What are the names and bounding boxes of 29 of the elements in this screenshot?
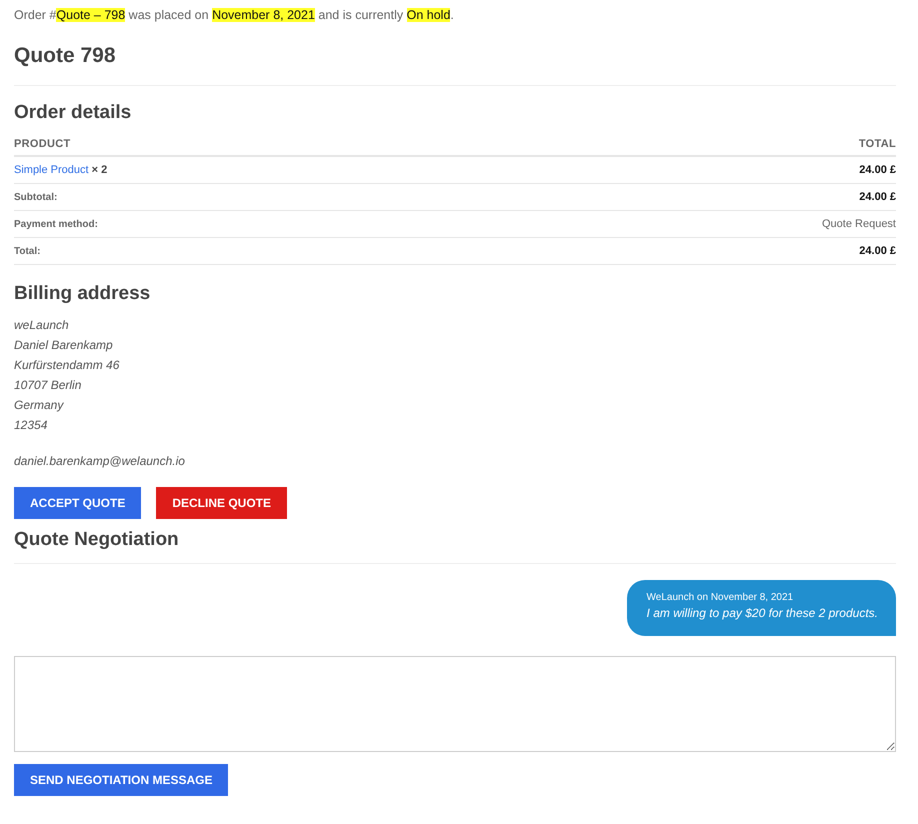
section-heading: Order details [14, 102, 132, 124]
address-line: Daniel Barenkamp [14, 337, 114, 354]
table-cell: 24.00 £ [506, 184, 896, 210]
quantity-text: × 2 [92, 164, 108, 176]
address-line: Germany [14, 397, 65, 414]
message-field[interactable] [14, 656, 896, 752]
table-cell: 24.00 £ [506, 238, 896, 264]
table-cell: Quote Request [506, 210, 896, 238]
column-header: PRODUCT [14, 134, 506, 156]
table-cell: Subtotal: [14, 184, 506, 210]
address-line: 10707 Berlin [14, 377, 82, 394]
message-text: I am willing to pay $20 for these 2 products. [646, 606, 878, 620]
table-cell: Payment method: [14, 210, 506, 238]
decline-button[interactable]: DECLINE QUOTE [156, 487, 288, 519]
address-line: Kurfürstendamm 46 [14, 357, 120, 374]
accept-button[interactable]: ACCEPT QUOTE [14, 487, 142, 519]
send-button[interactable]: SEND NEGOTIATION MESSAGE [14, 764, 228, 796]
page-title: Quote 798 [14, 44, 117, 68]
table-cell: Total: [14, 238, 506, 264]
column-header: TOTAL [506, 134, 896, 156]
order-notice: Order #Quote – 798 was placed on November 8, 2021 and is currently On hold. [14, 8, 455, 22]
section-heading: Billing address [14, 283, 152, 305]
email-text: daniel.barenkamp@welaunch.io [14, 453, 186, 470]
address-line: 12354 [14, 417, 48, 434]
section-heading: Quote Negotiation [14, 529, 180, 551]
table-cell: 24.00 £ [506, 156, 896, 184]
message-meta: WeLaunch on November 8, 2021 [646, 592, 794, 603]
product-link[interactable]: Simple Product [14, 164, 89, 176]
address-line: weLaunch [14, 317, 70, 334]
